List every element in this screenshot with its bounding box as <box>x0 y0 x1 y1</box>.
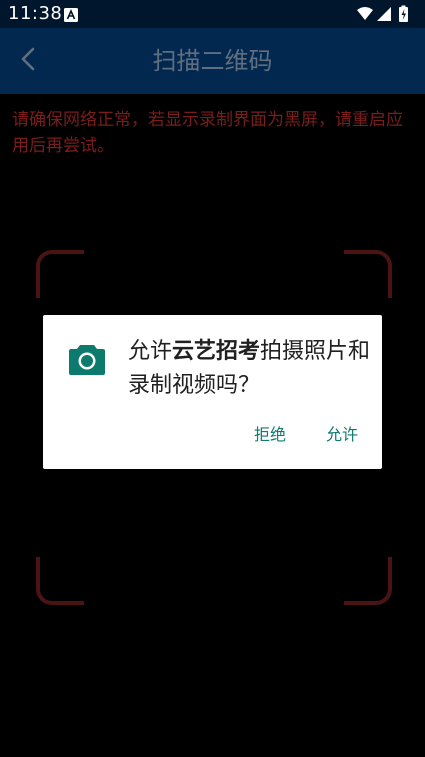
deny-button[interactable]: 拒绝 <box>248 417 292 453</box>
camera-icon <box>67 339 107 379</box>
dialog-actions: 拒绝 允许 <box>248 417 364 453</box>
dialog-message: 允许云艺招考拍摄照片和录制视频吗？ <box>128 335 372 403</box>
wifi-icon <box>357 7 373 20</box>
chevron-left-icon <box>18 46 38 76</box>
status-icons <box>355 5 415 23</box>
allow-button[interactable]: 允许 <box>320 417 364 453</box>
network-notice: 请确保网络正常，若显示录制界面为黑屏，请重启应用后再尝试。 <box>12 110 403 156</box>
dialog-app-name: 云艺招考 <box>172 339 261 364</box>
scan-frame-corner-top-right <box>344 250 392 298</box>
scan-frame-corner-bottom-left <box>36 557 84 605</box>
dialog-message-prefix: 允许 <box>128 339 173 364</box>
scan-frame-corner-bottom-right <box>344 557 392 605</box>
page-title: 扫描二维码 <box>152 47 273 75</box>
autofill-a-icon <box>64 7 78 22</box>
cell-signal-icon <box>377 7 391 21</box>
status-bar: 11:38 <box>0 0 425 28</box>
back-button[interactable] <box>8 40 48 82</box>
app-bar: 扫描二维码 <box>0 28 425 94</box>
screen: 11:38 扫描二维码 请确保网络正常，若显示录制界面为黑屏，请重启应用后再尝试… <box>0 0 425 757</box>
battery-charging-icon <box>399 5 408 22</box>
status-time: 11:38 <box>8 3 63 24</box>
camera-permission-dialog: 允许云艺招考拍摄照片和录制视频吗？ 拒绝 允许 <box>43 315 382 469</box>
scan-frame-corner-top-left <box>36 250 84 298</box>
